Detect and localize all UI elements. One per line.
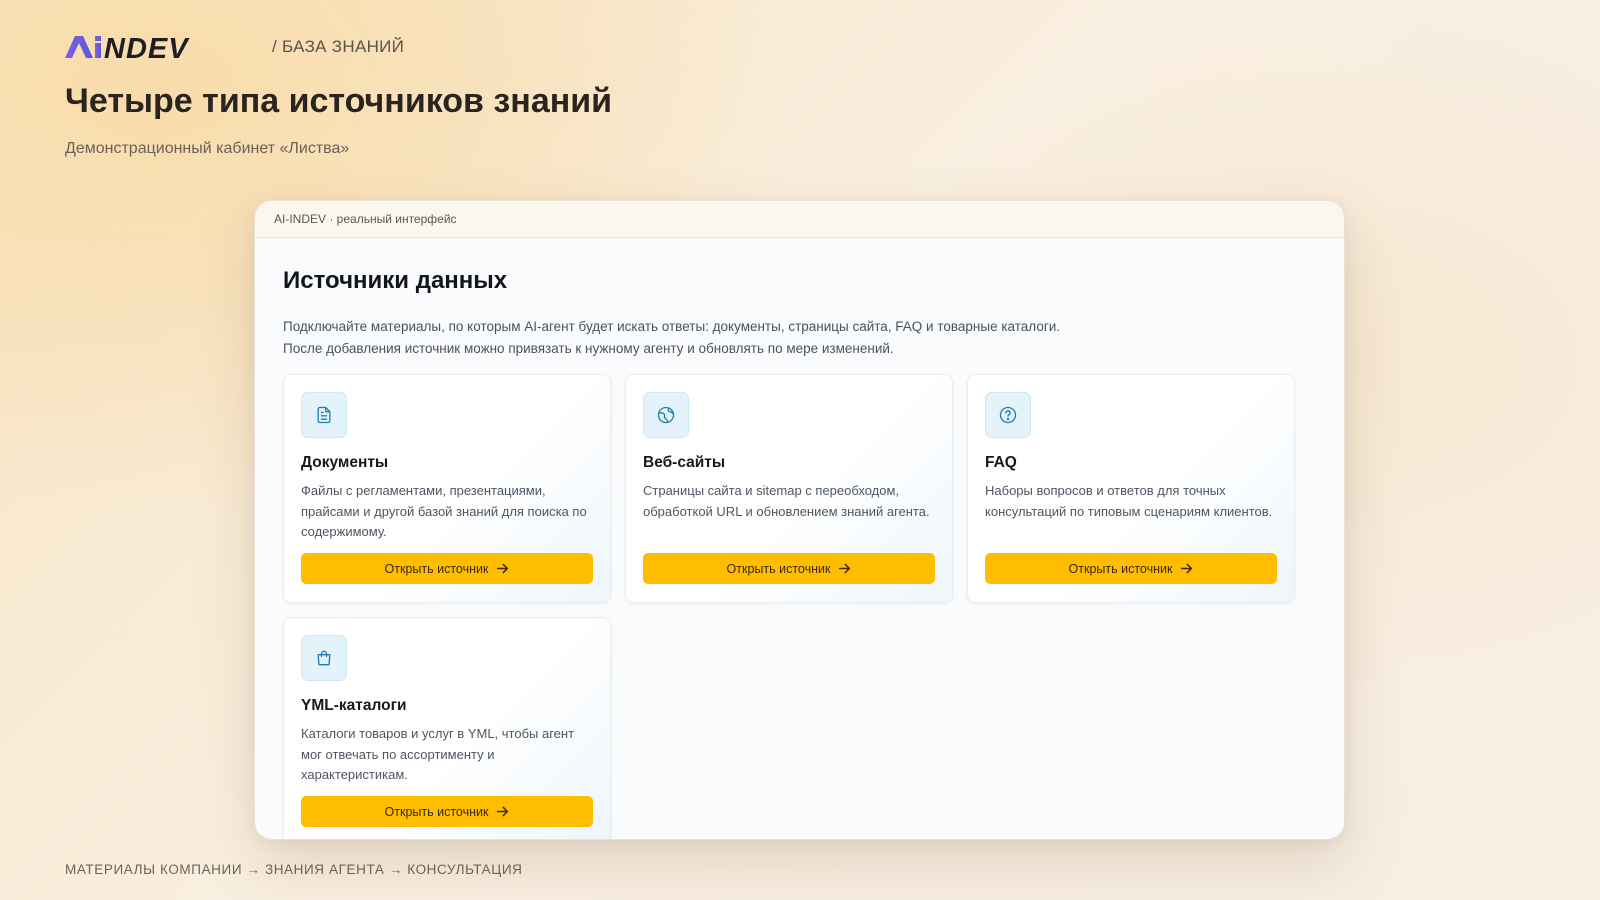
- button-label: Открыть источник: [726, 561, 831, 576]
- svg-text:NDEV: NDEV: [104, 34, 190, 60]
- aindev-logo: NDEV: [65, 34, 190, 60]
- card-title: Документы: [301, 454, 389, 471]
- source-cards: Документы Файлы с регламентами, презента…: [283, 374, 1316, 839]
- button-label: Открыть источник: [1068, 561, 1173, 576]
- source-card-faq: FAQ Наборы вопросов и ответов для точных…: [967, 374, 1295, 603]
- section-description: Подключайте материалы, по которым AI-аге…: [283, 319, 1061, 356]
- arrow-right-icon: [497, 806, 509, 817]
- section-title: Источники данных: [283, 267, 508, 294]
- interface-window: AI-INDEV · реальный интерфейс Источники …: [254, 200, 1345, 840]
- button-label: Открыть источник: [384, 561, 489, 576]
- page-subtitle: Демонстрационный кабинет «Листва»: [65, 140, 350, 157]
- source-card-yml: YML-каталоги Каталоги товаров и услуг в …: [283, 617, 611, 839]
- breadcrumb: / БАЗА ЗНАНИЙ: [272, 37, 405, 56]
- brand-row: NDEV / БАЗА ЗНАНИЙ: [65, 34, 404, 60]
- card-description: Страницы сайта и sitemap с переобходом, …: [643, 483, 930, 519]
- button-label: Открыть источник: [384, 804, 489, 819]
- globe-icon: [643, 392, 689, 438]
- window-body: Источники данных Подключайте материалы, …: [255, 267, 1344, 839]
- open-source-button-faq[interactable]: Открыть источник: [985, 553, 1277, 584]
- shopping-bag-icon: [301, 635, 347, 681]
- window-bar-label: AI-INDEV · реальный интерфейс: [274, 212, 457, 226]
- arrow-right-icon: [1181, 563, 1193, 574]
- open-source-button-documents[interactable]: Открыть источник: [301, 553, 593, 584]
- open-source-button-yml[interactable]: Открыть источник: [301, 796, 593, 827]
- arrow-right-icon: [497, 563, 509, 574]
- card-title: FAQ: [985, 454, 1017, 471]
- page-title: Четыре типа источников знаний: [65, 82, 613, 120]
- window-bar: AI-INDEV · реальный интерфейс: [255, 201, 1344, 238]
- card-title: Веб-сайты: [643, 454, 726, 471]
- source-card-websites: Веб-сайты Страницы сайта и sitemap с пер…: [625, 374, 953, 603]
- source-card-documents: Документы Файлы с регламентами, презента…: [283, 374, 611, 603]
- flow-caption: МАТЕРИАЛЫ КОМПАНИИ → ЗНАНИЯ АГЕНТА → КОН…: [65, 862, 523, 877]
- card-description: Наборы вопросов и ответов для точных кон…: [985, 483, 1273, 519]
- arrow-right-icon: [839, 563, 851, 574]
- card-description: Файлы с регламентами, презентациями, пра…: [301, 483, 587, 539]
- card-description: Каталоги товаров и услуг в YML, чтобы аг…: [301, 726, 575, 782]
- question-circle-icon: [985, 392, 1031, 438]
- card-title: YML-каталоги: [301, 697, 407, 714]
- document-icon: [301, 392, 347, 438]
- open-source-button-websites[interactable]: Открыть источник: [643, 553, 935, 584]
